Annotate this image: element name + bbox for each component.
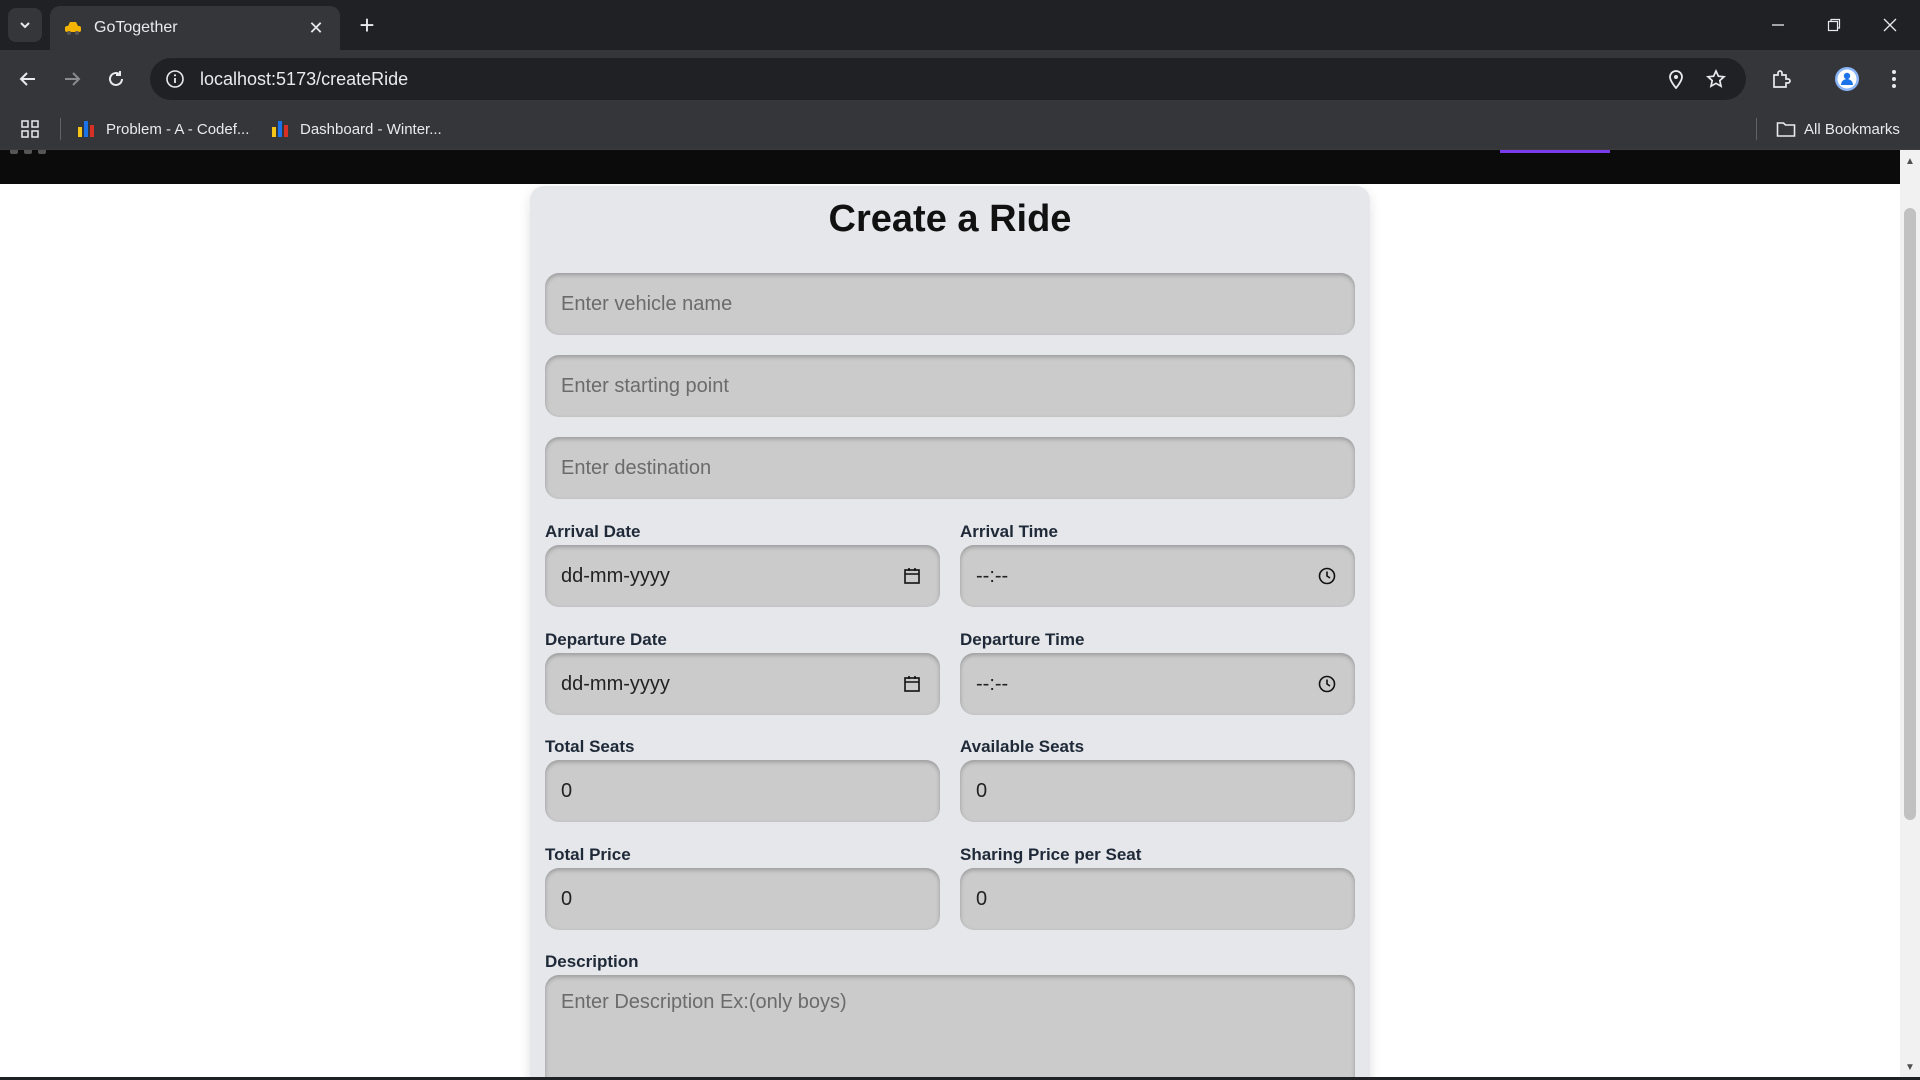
starting-point-placeholder: Enter starting point	[561, 374, 729, 397]
total-price-value: 0	[561, 887, 573, 910]
folder-icon	[1776, 122, 1796, 137]
reload-button[interactable]	[100, 63, 132, 95]
tab-search-button[interactable]	[8, 8, 42, 42]
arrow-right-icon	[65, 72, 81, 86]
destination-input[interactable]: Enter destination	[545, 437, 1355, 499]
departure-date-input[interactable]: dd-mm-yyyy	[545, 653, 940, 715]
address-bar[interactable]: localhost:5173/createRide	[150, 58, 1746, 100]
available-seats-label: Available Seats	[960, 737, 1085, 756]
arrival-date-input[interactable]: dd-mm-yyyy	[545, 545, 940, 607]
arrival-time-label: Arrival Time	[960, 522, 1058, 541]
close-window-button[interactable]	[1862, 0, 1918, 50]
total-seats-value: 0	[561, 779, 573, 802]
extensions-button[interactable]	[1765, 63, 1797, 95]
available-seats-value: 0	[976, 779, 988, 802]
site-info-icon[interactable]	[154, 69, 196, 89]
sharing-price-label: Sharing Price per Seat	[960, 845, 1142, 864]
close-tab-icon[interactable]: ✕	[306, 18, 326, 38]
browser-toolbar: localhost:5173/createRide	[0, 50, 1920, 108]
back-button[interactable]	[12, 63, 44, 95]
page-viewport: Create a Ride Enter vehicle name Enter s…	[0, 150, 1900, 1078]
forward-button[interactable]	[56, 63, 88, 95]
bookmark-label: Problem - A - Codef...	[106, 120, 250, 138]
new-tab-button[interactable]: +	[352, 10, 382, 40]
reload-icon	[109, 71, 123, 86]
url-text: localhost:5173/createRide	[200, 68, 409, 89]
restore-button[interactable]	[1806, 0, 1862, 50]
active-nav-indicator	[1500, 150, 1610, 153]
clock-icon[interactable]	[1315, 564, 1339, 588]
arrival-time-input[interactable]: --:--	[960, 545, 1355, 607]
total-price-label: Total Price	[545, 845, 631, 864]
more-vert-icon	[1892, 70, 1896, 88]
create-ride-form: Create a Ride Enter vehicle name Enter s…	[530, 186, 1370, 1078]
sharing-price-value: 0	[976, 887, 988, 910]
tab-strip: GoTogether ✕ +	[0, 0, 1920, 50]
puzzle-icon	[1773, 70, 1791, 88]
bookmark-item-dashboard[interactable]: Dashboard - Winter...	[272, 116, 442, 142]
minimize-button[interactable]	[1750, 0, 1806, 50]
chevron-down-icon	[20, 22, 30, 29]
bookmark-star-icon[interactable]	[1696, 58, 1736, 100]
tab-title: GoTogether	[94, 19, 178, 36]
scrollbar-thumb[interactable]	[1904, 208, 1916, 820]
avatar-icon	[1835, 67, 1859, 91]
vehicle-name-input[interactable]: Enter vehicle name	[545, 273, 1355, 335]
description-textarea[interactable]: Enter Description Ex:(only boys)	[545, 975, 1355, 1078]
sharing-price-input[interactable]: 0	[960, 868, 1355, 930]
departure-time-label: Departure Time	[960, 630, 1085, 649]
restore-icon	[1827, 18, 1841, 32]
car-icon	[64, 19, 82, 37]
bookmark-label: Dashboard - Winter...	[300, 120, 442, 138]
departure-time-value: --:--	[976, 672, 1009, 695]
departure-date-label: Departure Date	[545, 630, 667, 649]
calendar-icon[interactable]	[900, 672, 924, 696]
close-icon	[1883, 18, 1897, 32]
destination-placeholder: Enter destination	[561, 456, 712, 479]
arrival-time-value: --:--	[976, 564, 1009, 587]
bookmarks-divider	[1756, 118, 1757, 140]
codeforces-icon	[272, 121, 290, 137]
departure-date-value: dd-mm-yyyy	[561, 672, 670, 695]
description-placeholder: Enter Description Ex:(only boys)	[561, 991, 847, 1013]
calendar-icon[interactable]	[900, 564, 924, 588]
description-label: Description	[545, 952, 639, 971]
scroll-down-arrow-icon[interactable]: ▼	[1900, 1058, 1920, 1076]
all-bookmarks-button[interactable]: All Bookmarks	[1776, 116, 1900, 142]
departure-time-input[interactable]: --:--	[960, 653, 1355, 715]
total-price-input[interactable]: 0	[545, 868, 940, 930]
logo[interactable]	[10, 150, 60, 156]
page-title: Create a Ride	[828, 198, 1072, 240]
all-bookmarks-label: All Bookmarks	[1804, 120, 1900, 138]
site-navbar	[0, 150, 1900, 184]
codeforces-icon	[78, 121, 96, 137]
profile-avatar[interactable]	[1831, 63, 1863, 95]
total-seats-label: Total Seats	[545, 737, 635, 756]
location-icon[interactable]	[1656, 58, 1696, 100]
arrow-left-icon	[19, 72, 35, 86]
apps-grid-icon	[21, 120, 39, 138]
vehicle-name-placeholder: Enter vehicle name	[561, 292, 733, 315]
clock-icon[interactable]	[1315, 672, 1339, 696]
scroll-up-arrow-icon[interactable]: ▲	[1900, 152, 1920, 170]
available-seats-input[interactable]: 0	[960, 760, 1355, 822]
starting-point-input[interactable]: Enter starting point	[545, 355, 1355, 417]
minimize-icon	[1772, 24, 1784, 26]
arrival-date-label: Arrival Date	[545, 522, 641, 541]
bookmark-item-codeforces[interactable]: Problem - A - Codef...	[78, 116, 249, 142]
menu-button[interactable]	[1878, 63, 1910, 95]
bookmarks-divider	[60, 118, 61, 140]
active-tab[interactable]: GoTogether ✕	[50, 6, 340, 50]
total-seats-input[interactable]: 0	[545, 760, 940, 822]
bookmarks-bar: Problem - A - Codef... Dashboard - Winte…	[0, 108, 1920, 150]
arrival-date-value: dd-mm-yyyy	[561, 564, 670, 587]
apps-button[interactable]	[20, 116, 40, 142]
page-scrollbar[interactable]: ▲ ▼	[1900, 150, 1920, 1078]
